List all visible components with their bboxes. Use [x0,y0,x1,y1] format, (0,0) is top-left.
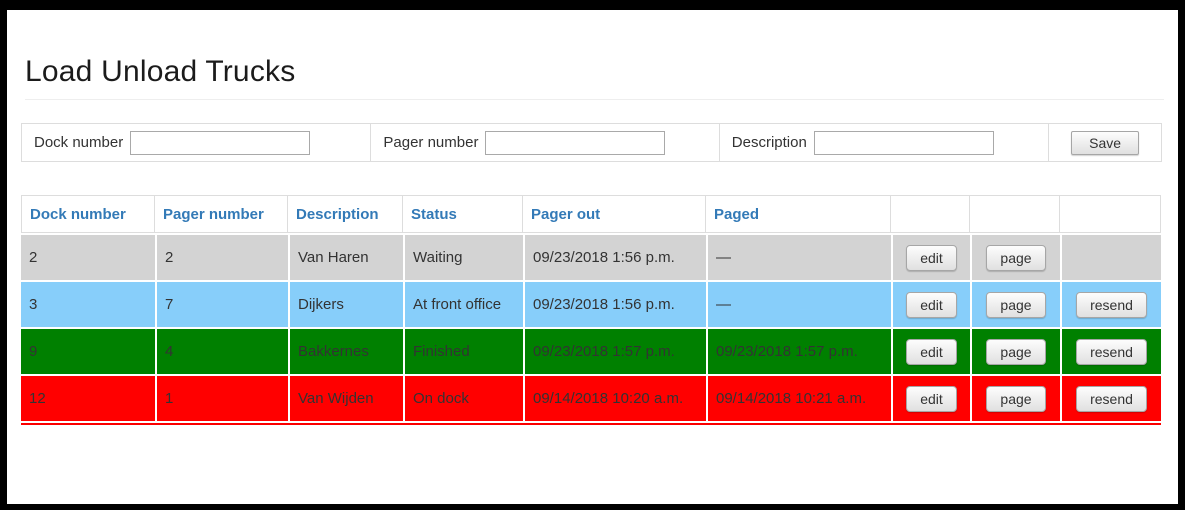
dock-number-label: Dock number [34,134,124,151]
save-button[interactable]: Save [1071,130,1140,155]
table-row: 9 4 Bakkernes Finished 09/23/2018 1:57 p.m. 0… [21,327,1161,374]
page-button[interactable]: page [986,244,1046,271]
edit-button[interactable]: edit [906,338,957,365]
header-resend-actions [1060,195,1161,233]
header-status: Status [403,195,523,233]
cell-description: Bakkernes [288,327,403,374]
header-edit-actions [891,195,970,233]
cell-action-page: page [970,233,1060,280]
cell-pager-out: 09/23/2018 1:56 p.m. [523,233,706,280]
page-button[interactable]: page [986,338,1046,365]
cell-action-edit: edit [891,327,970,374]
resend-button[interactable]: resend [1076,385,1147,412]
cell-paged: 09/23/2018 1:57 p.m. [706,327,891,374]
cell-pager-number: 2 [155,233,288,280]
cell-description: Dijkers [288,280,403,327]
header-dock-number: Dock number [21,195,155,233]
cell-action-page: page [970,374,1060,423]
title-divider [25,99,1164,100]
table-body: 2 2 Van Haren Waiting 09/23/2018 1:56 p.m. — e… [21,233,1161,423]
cell-status: At front office [403,280,523,327]
pager-number-input[interactable] [485,130,666,155]
table-header-row: Dock number Pager number Description Sta… [21,195,1161,233]
form-cell-pager-number: Pager number [371,124,720,161]
cell-action-resend [1060,233,1161,280]
page-title: Load Unload Trucks [25,55,296,88]
trucks-table: Dock number Pager number Description Sta… [21,195,1161,425]
page-content: Load Unload Trucks Dock number Pager num… [7,55,1178,425]
cell-action-edit: edit [891,233,970,280]
header-pager-number: Pager number [155,195,288,233]
page-button[interactable]: page [986,385,1046,412]
cell-description: Van Wijden [288,374,403,423]
cell-pager-out: 09/23/2018 1:56 p.m. [523,280,706,327]
cell-dock-number: 2 [21,233,155,280]
cell-status: On dock [403,374,523,423]
cell-action-resend: resend [1060,374,1161,423]
cell-paged: — [706,280,891,327]
header-paged: Paged [706,195,891,233]
cell-action-edit: edit [891,374,970,423]
table-row: 2 2 Van Haren Waiting 09/23/2018 1:56 p.m. — e… [21,233,1161,280]
edit-button[interactable]: edit [906,244,957,271]
resend-button[interactable]: resend [1076,338,1147,365]
pager-number-label: Pager number [383,134,479,151]
form-cell-dock-number: Dock number [22,124,372,161]
cell-pager-number: 1 [155,374,288,423]
cell-dock-number: 12 [21,374,155,423]
description-label: Description [731,134,807,151]
table-row: 3 7 Dijkers At front office 09/23/2018 1:56 … [21,280,1161,327]
dock-number-input[interactable] [130,130,311,155]
cell-paged: 09/14/2018 10:21 a.m. [706,374,891,423]
cell-action-edit: edit [891,280,970,327]
header-pager-out: Pager out [523,195,706,233]
cell-pager-number: 4 [155,327,288,374]
cell-dock-number: 3 [21,280,155,327]
cell-paged: — [706,233,891,280]
cell-description: Van Haren [288,233,403,280]
cell-status: Waiting [403,233,523,280]
app-window: Load Unload Trucks Dock number Pager num… [7,10,1178,504]
cell-pager-number: 7 [155,280,288,327]
cell-dock-number: 9 [21,327,155,374]
cell-pager-out: 09/14/2018 10:20 a.m. [523,374,706,423]
header-description: Description [288,195,403,233]
form-cell-save: Save [1049,124,1161,161]
header-page-actions [970,195,1060,233]
cell-action-page: page [970,280,1060,327]
page-button[interactable]: page [986,291,1046,318]
table-row: 12 1 Van Wijden On dock 09/14/2018 10:20 a.m… [21,374,1161,423]
cell-status: Finished [403,327,523,374]
form-cell-description: Description [720,124,1050,161]
cell-action-resend: resend [1060,327,1161,374]
resend-button[interactable]: resend [1076,291,1147,318]
new-entry-form: Dock number Pager number Description Sav… [21,123,1162,162]
edit-button[interactable]: edit [906,385,957,412]
cell-action-page: page [970,327,1060,374]
edit-button[interactable]: edit [906,291,957,318]
description-input[interactable] [813,130,994,155]
cell-action-resend: resend [1060,280,1161,327]
cell-pager-out: 09/23/2018 1:57 p.m. [523,327,706,374]
